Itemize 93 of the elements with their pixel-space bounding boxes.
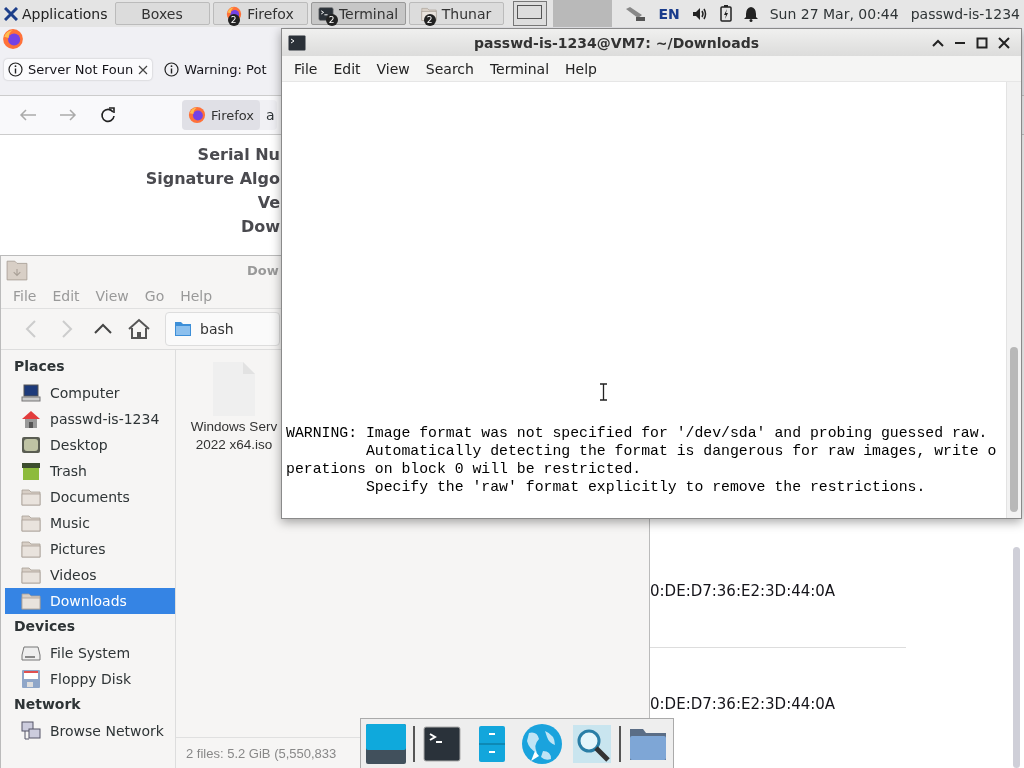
- menu-item[interactable]: Terminal: [481, 60, 558, 77]
- taskbar-button[interactable]: Boxes: [114, 2, 210, 25]
- field-label: Ve: [257, 193, 280, 212]
- chevron-left-icon: [25, 319, 37, 339]
- sidebar-item[interactable]: Trash: [5, 458, 175, 484]
- folder-icon: [174, 321, 192, 337]
- folder-icon: [21, 591, 41, 611]
- close-icon[interactable]: [138, 64, 149, 75]
- status-text: 2 files: 5.2 GiB (5,550,833: [186, 745, 337, 761]
- desktop-icon: [21, 435, 41, 455]
- sidebar-item[interactable]: File System: [5, 640, 175, 666]
- minimize-icon: [954, 41, 966, 44]
- sidebar-item[interactable]: Documents: [5, 484, 175, 510]
- firefox-logo-icon: [188, 106, 206, 124]
- arrow-right-icon: [59, 108, 77, 122]
- home-icon: [21, 409, 41, 429]
- keyboard-layout[interactable]: EN: [658, 5, 680, 22]
- firefox-logo-icon: [2, 28, 24, 50]
- sidebar-item[interactable]: Desktop: [5, 432, 175, 458]
- sidebar-item[interactable]: passwd-is-1234: [5, 406, 175, 432]
- url-text: a: [266, 107, 275, 123]
- field-label: Dow: [240, 217, 280, 236]
- terminal-output-line: perations on block 0 will be restricted.: [286, 460, 643, 478]
- terminal-output-line: Specify the 'raw' format explicitly to remove the restrictions.: [364, 478, 927, 496]
- computer-icon: [21, 383, 41, 403]
- section-header: Places: [13, 357, 66, 376]
- notification-bell-icon[interactable]: [743, 5, 758, 22]
- address-bar[interactable]: Firefox a: [182, 100, 277, 130]
- menu-item[interactable]: Help: [557, 60, 605, 77]
- text-cursor-icon: [599, 383, 608, 401]
- location-button[interactable]: bash: [165, 312, 280, 346]
- menu-item[interactable]: View: [368, 60, 418, 77]
- browser-tab[interactable]: Warning: Pot: [160, 59, 271, 80]
- terminal-output-line: WARNING: Image format was not specified for '/dev/sda' and probing guessed raw.: [286, 424, 989, 442]
- terminal-output-line: Automatically detecting the format is dangerous for raw images, write o: [364, 442, 998, 460]
- taskbar-button[interactable]: 2 Terminal: [310, 2, 406, 25]
- field-value: 0:DE:D7:36:E2:3D:44:0A: [650, 582, 836, 600]
- terminal-icon: [288, 34, 306, 51]
- sidebar-item[interactable]: Downloads: [5, 588, 175, 614]
- home-button[interactable]: [127, 317, 151, 341]
- info-icon: [8, 62, 23, 77]
- maximize-icon: [976, 36, 988, 49]
- scrollbar[interactable]: [1013, 547, 1020, 768]
- field-label: Serial Nu: [197, 145, 280, 164]
- site-identity-button[interactable]: Firefox: [182, 100, 261, 130]
- workspace-switcher[interactable]: [512, 1, 547, 26]
- folder-download-icon: [5, 259, 29, 281]
- section-header: Devices: [13, 617, 77, 636]
- trash-icon: [21, 461, 41, 481]
- battery-icon[interactable]: [719, 5, 732, 22]
- folder-icon: [21, 539, 41, 559]
- section-header: Network: [13, 695, 82, 714]
- applications-menu[interactable]: Applications: [0, 0, 112, 27]
- taskbar-button[interactable]: 2 Thunar: [408, 2, 504, 25]
- show-desktop-icon[interactable]: [365, 723, 407, 765]
- sidebar-item[interactable]: Computer: [5, 380, 175, 406]
- menu-item[interactable]: Edit: [325, 60, 369, 77]
- info-icon: [164, 62, 180, 77]
- close-icon: [998, 36, 1010, 49]
- menu-item[interactable]: Search: [417, 60, 482, 77]
- sidebar-item[interactable]: Browse Network: [5, 718, 175, 744]
- network-icon[interactable]: [624, 5, 647, 22]
- search-icon[interactable]: [571, 723, 613, 765]
- folder-icon: [21, 513, 41, 533]
- chevron-up-icon: [932, 38, 944, 47]
- x-logo-icon: [4, 6, 18, 21]
- drive-icon: [21, 643, 41, 663]
- user-name[interactable]: passwd-is-1234: [910, 5, 1020, 22]
- browser-tab[interactable]: Server Not Foun: [4, 59, 153, 80]
- clock[interactable]: Sun 27 Mar, 00:44: [769, 5, 899, 22]
- sidebar-item[interactable]: Pictures: [5, 536, 175, 562]
- field-value: 0:DE:D7:36:E2:3D:44:0A: [650, 695, 836, 713]
- folder-icon: [21, 565, 41, 585]
- volume-icon[interactable]: [691, 6, 708, 21]
- terminal-icon: [317, 5, 334, 22]
- chevron-up-icon: [93, 323, 113, 335]
- field-label: Signature Algo: [145, 169, 280, 188]
- sidebar-item[interactable]: Videos: [5, 562, 175, 588]
- window-title: Dow: [247, 262, 279, 278]
- network-icon: [21, 721, 41, 741]
- taskbar-button[interactable]: 2 Firefox: [212, 2, 308, 25]
- sidebar-item[interactable]: Music: [5, 510, 175, 536]
- reload-icon: [100, 107, 116, 123]
- home-icon: [127, 318, 151, 340]
- folder-icon: [21, 487, 41, 507]
- window-title: passwd-is-1234@VM7: ~/Downloads: [473, 34, 760, 51]
- sidebar-item[interactable]: Floppy Disk: [5, 666, 175, 692]
- terminal-icon[interactable]: [421, 723, 463, 765]
- chevron-right-icon: [61, 319, 73, 339]
- file-name[interactable]: Windows Serv 2022 x64.iso: [190, 418, 278, 454]
- arrow-left-icon: [19, 108, 37, 122]
- scrollbar-thumb[interactable]: [1010, 347, 1018, 512]
- menu-item[interactable]: File: [286, 60, 326, 77]
